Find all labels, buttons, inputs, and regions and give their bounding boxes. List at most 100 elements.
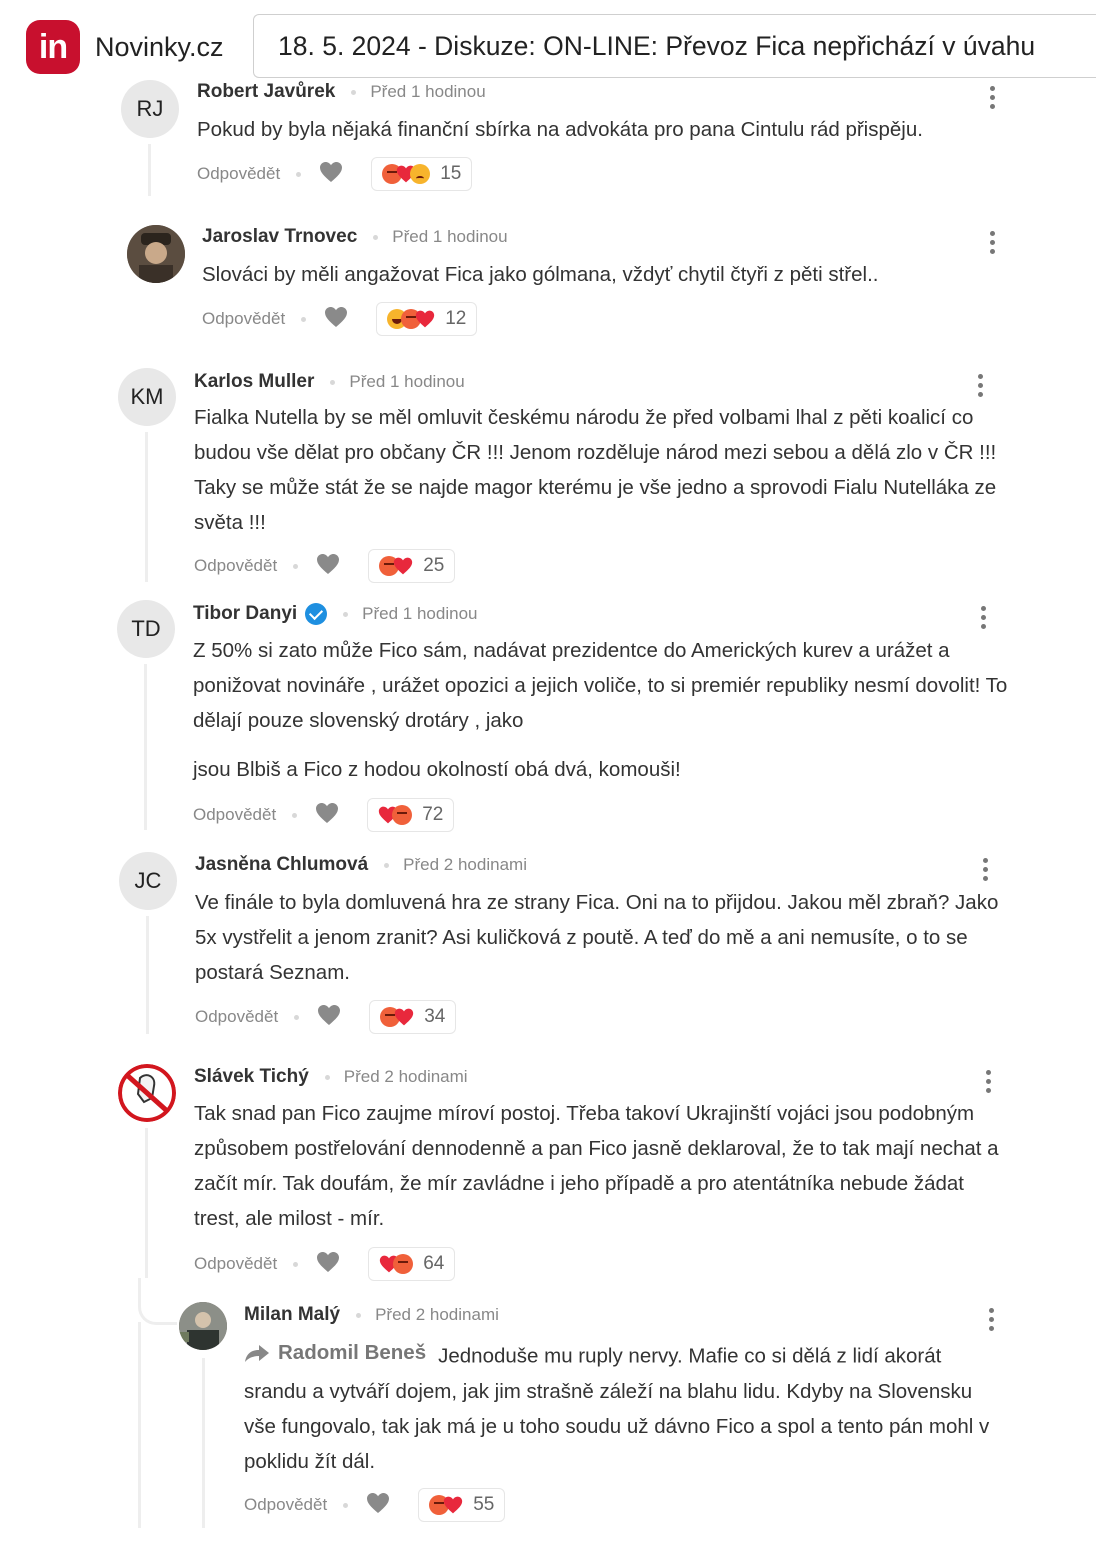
separator-dot [296, 171, 302, 177]
reply-button[interactable]: Odpovědět [194, 556, 277, 576]
comment-text: Pokud by byla nějaká finanční sbírka na … [197, 112, 997, 147]
avatar[interactable]: RJ [121, 80, 179, 138]
more-options-icon[interactable] [990, 86, 996, 113]
separator-dot [294, 1014, 300, 1020]
reaction-count: 55 [473, 1494, 495, 1515]
comment-text: Z 50% si zato může Fico sám, nadávat pre… [193, 633, 1008, 787]
comment-time[interactable]: Před 2 hodinami [403, 855, 527, 875]
comment-time[interactable]: Před 1 hodinou [362, 604, 477, 624]
thread-line [148, 144, 151, 196]
more-options-icon[interactable] [990, 231, 996, 258]
like-heart-icon[interactable] [316, 1251, 340, 1278]
comment-header: Jasněna Chlumová Před 2 hodinami [195, 853, 527, 877]
comment-text: Tak snad pan Fico zaujme míroví postoj. … [194, 1096, 1004, 1236]
comment-header: Milan Malý Před 2 hodinami [244, 1303, 499, 1327]
quoted-author[interactable]: Radomil Beneš [278, 1335, 426, 1370]
comment-footer: Odpovědět 72 [193, 798, 455, 832]
comment-text: Radomil Beneš Jednoduše mu ruply nervy. M… [244, 1335, 1004, 1479]
reply-button[interactable]: Odpovědět [195, 1007, 278, 1027]
reactions-summary[interactable]: 25 [368, 549, 456, 583]
comment-text: Slováci by měli angažovat Fica jako gólm… [202, 257, 1002, 292]
site-brand[interactable]: in Novinky.cz [26, 20, 224, 74]
separator-dot [343, 1502, 349, 1508]
comment-text: Fialka Nutella by se měl omluvit českému… [194, 400, 1004, 540]
more-options-icon[interactable] [983, 858, 989, 885]
comment-paragraph: Ve finále to byla domluvená hra ze stran… [195, 891, 999, 984]
comment-paragraph: jsou Blbiš a Fico z hodou okolností obá … [193, 758, 681, 781]
more-options-icon[interactable] [981, 606, 987, 633]
separator-dot [351, 89, 357, 95]
author-name[interactable]: Karlos Muller [194, 371, 314, 393]
reactions-summary[interactable]: 15 [371, 157, 473, 191]
reactions-summary[interactable]: 55 [418, 1488, 506, 1522]
author-name[interactable]: Jaroslav Trnovec [202, 226, 357, 248]
reply-button[interactable]: Odpovědět [197, 164, 280, 184]
author-name[interactable]: Slávek Tichý [194, 1066, 309, 1088]
separator-dot [301, 316, 307, 322]
like-heart-icon[interactable] [317, 1004, 341, 1031]
sad-emoji-icon [410, 164, 431, 184]
article-headline: 18. 5. 2024 - Diskuze: ON-LINE: Převoz F… [253, 14, 1096, 78]
comment-paragraph: Slováci by měli angažovat Fica jako gólm… [202, 263, 879, 286]
author-name[interactable]: Robert Javůrek [197, 81, 335, 103]
reaction-count: 12 [445, 308, 467, 329]
author-name[interactable]: Milan Malý [244, 1304, 340, 1326]
avatar[interactable] [127, 225, 185, 283]
avatar[interactable] [179, 1302, 227, 1350]
like-heart-icon[interactable] [315, 802, 339, 829]
comment-footer: Odpovědět 64 [194, 1247, 456, 1281]
separator-dot [293, 1261, 299, 1267]
thread-line [138, 1322, 141, 1528]
like-heart-icon[interactable] [324, 306, 348, 333]
reaction-count: 25 [423, 555, 445, 576]
author-name[interactable]: Tibor Danyi [193, 603, 297, 625]
site-name[interactable]: Novinky.cz [95, 32, 224, 63]
reply-button[interactable]: Odpovědět [194, 1254, 277, 1274]
reaction-count: 64 [423, 1253, 445, 1274]
reply-button[interactable]: Odpovědět [193, 805, 276, 825]
comment-header: Robert Javůrek Před 1 hodinou [197, 80, 486, 104]
like-heart-icon[interactable] [366, 1492, 390, 1519]
comment-header: Slávek Tichý Před 2 hodinami [194, 1065, 468, 1089]
comment-paragraph: Fialka Nutella by se měl omluvit českému… [194, 406, 997, 534]
reply-button[interactable]: Odpovědět [202, 309, 285, 329]
quoted-reply[interactable]: Radomil Beneš [244, 1335, 438, 1370]
comment-footer: Odpovědět 15 [197, 157, 473, 191]
reactions-summary[interactable]: 64 [368, 1247, 456, 1281]
comment-time[interactable]: Před 2 hodinami [375, 1305, 499, 1325]
comment-header: Tibor Danyi Před 1 hodinou [193, 601, 478, 627]
comment-footer: Odpovědět 34 [195, 1000, 457, 1034]
verified-badge-icon [305, 603, 328, 625]
separator-dot [292, 812, 298, 818]
reactions-summary[interactable]: 12 [376, 302, 478, 336]
more-options-icon[interactable] [986, 1070, 992, 1097]
more-options-icon[interactable] [989, 1308, 995, 1335]
separator-dot [373, 234, 379, 240]
avatar[interactable]: TD [117, 600, 175, 658]
reactions-summary[interactable]: 34 [369, 1000, 457, 1034]
comment-paragraph: Tak snad pan Fico zaujme míroví postoj. … [194, 1102, 999, 1230]
avatar[interactable] [118, 1064, 176, 1122]
thread-line [202, 1358, 205, 1528]
comment-time[interactable]: Před 1 hodinou [349, 372, 464, 392]
novinky-logo[interactable]: in [26, 20, 80, 74]
comment-time[interactable]: Před 2 hodinami [344, 1067, 468, 1087]
more-options-icon[interactable] [978, 374, 984, 401]
reactions-summary[interactable]: 72 [367, 798, 455, 832]
reply-connector [138, 1278, 177, 1325]
reaction-count: 34 [424, 1006, 446, 1027]
comment-time[interactable]: Před 1 hodinou [370, 82, 485, 102]
author-name[interactable]: Jasněna Chlumová [195, 854, 368, 876]
angry-emoji-icon [393, 1254, 414, 1274]
avatar[interactable]: KM [118, 368, 176, 426]
separator-dot [293, 563, 299, 569]
avatar[interactable]: JC [119, 852, 177, 910]
reply-button[interactable]: Odpovědět [244, 1495, 327, 1515]
comment-time[interactable]: Před 1 hodinou [392, 227, 507, 247]
like-heart-icon[interactable] [319, 161, 343, 188]
like-heart-icon[interactable] [316, 553, 340, 580]
reply-arrow-icon [245, 1344, 269, 1362]
heart-emoji-icon [395, 1008, 414, 1026]
separator-dot [330, 379, 336, 385]
comment-header: Jaroslav Trnovec Před 1 hodinou [202, 225, 508, 249]
